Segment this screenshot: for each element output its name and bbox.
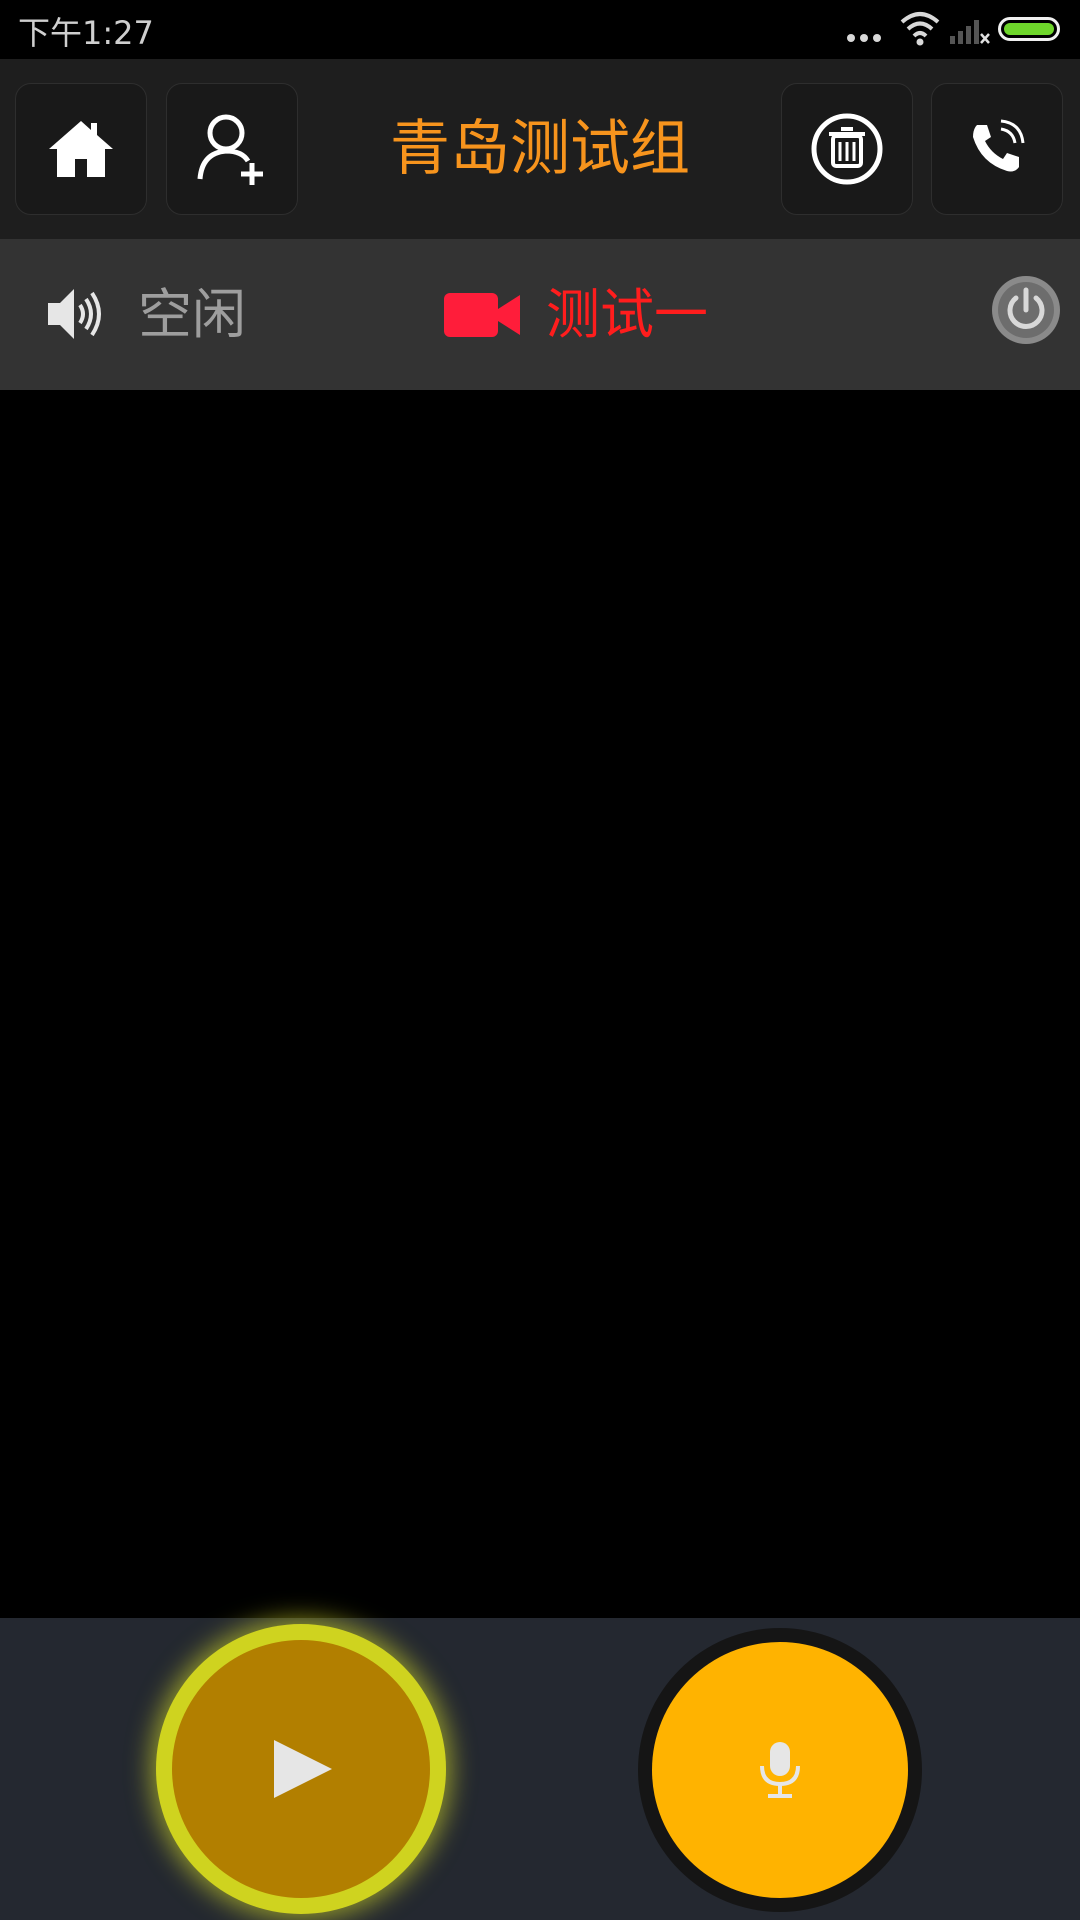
audio-status-label: 空闲	[138, 283, 246, 346]
play-icon	[274, 1740, 332, 1798]
delete-button[interactable]	[781, 83, 913, 215]
channel-name: 测试一	[546, 283, 708, 346]
battery-level	[1004, 23, 1054, 35]
group-title: 青岛测试组	[390, 114, 690, 184]
speaker-icon	[48, 289, 101, 339]
status-time: 下午1:27	[18, 14, 154, 52]
call-button[interactable]	[931, 83, 1063, 215]
video-area	[0, 390, 1080, 1618]
trash-icon	[811, 113, 883, 185]
wifi-icon	[900, 12, 940, 46]
power-button[interactable]	[990, 274, 1062, 346]
play-button[interactable]	[156, 1624, 446, 1914]
channel-status-row: 空闲 测试一	[0, 239, 1080, 390]
toolbar: 青岛测试组	[0, 59, 1080, 239]
home-icon	[49, 121, 113, 177]
video-camera-icon	[444, 293, 520, 337]
no-signal-icon	[950, 20, 990, 44]
add-member-button[interactable]	[166, 83, 298, 215]
add-user-icon	[197, 114, 263, 185]
battery-icon	[998, 17, 1060, 41]
phone-call-icon	[973, 119, 1025, 172]
more-dots-icon	[847, 34, 881, 42]
push-to-talk-button[interactable]	[638, 1628, 922, 1912]
status-bar: 下午1:27	[0, 0, 1080, 59]
play-button-inner	[172, 1640, 430, 1898]
home-button[interactable]	[15, 83, 147, 215]
microphone-icon	[760, 1742, 800, 1798]
mic-button-inner	[652, 1642, 908, 1898]
